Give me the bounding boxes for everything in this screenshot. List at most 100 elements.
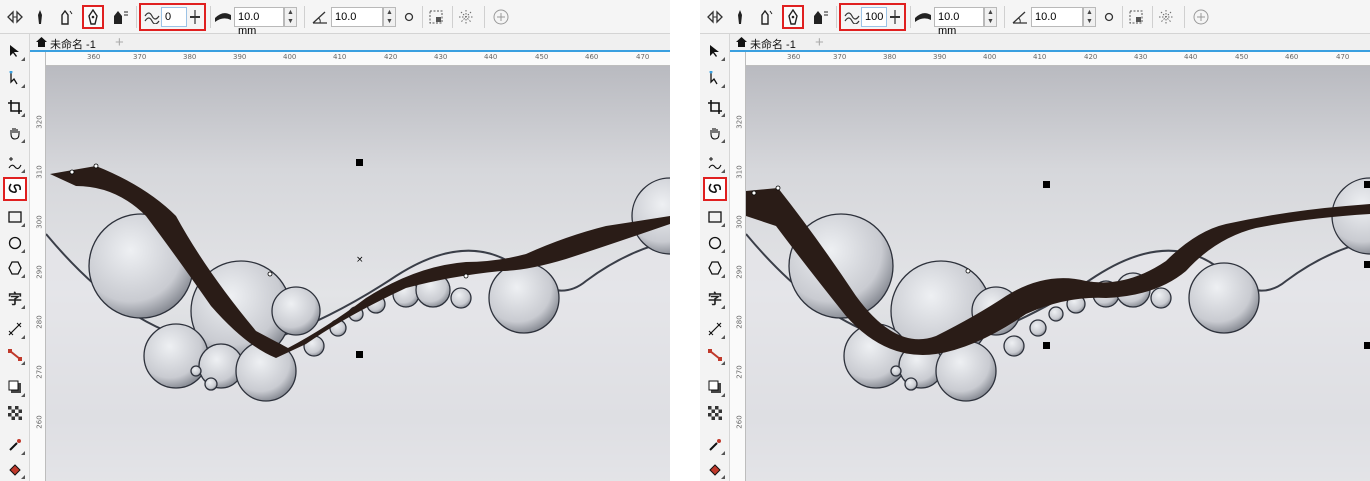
- add-circle-icon[interactable]: [490, 6, 512, 28]
- property-bar: 100 10.0 mm ▲ ▼ 10.0 ▲ ▼: [700, 0, 1370, 37]
- freehand-tool-icon[interactable]: [704, 152, 726, 174]
- transparency-tool-icon[interactable]: [704, 402, 726, 424]
- pan-tool-icon[interactable]: [4, 122, 26, 144]
- eyedropper-tool-icon[interactable]: [4, 434, 26, 456]
- bound-to-object-icon[interactable]: [1102, 6, 1116, 28]
- ruler-label: 290: [35, 265, 44, 279]
- ruler-label: 400: [983, 53, 997, 61]
- toolbox: 字: [700, 34, 730, 481]
- ellipse-tool-icon[interactable]: [704, 232, 726, 254]
- smoothing-icon: [843, 6, 861, 28]
- drop-shadow-tool-icon[interactable]: [4, 376, 26, 398]
- calligraphic-pen-icon[interactable]: [782, 5, 804, 29]
- pan-tool-icon[interactable]: [704, 122, 726, 144]
- home-icon: [36, 37, 47, 50]
- angle-spinner[interactable]: ▲ ▼: [1083, 7, 1096, 27]
- ellipse-tool-icon[interactable]: [4, 232, 26, 254]
- drawing-canvas[interactable]: ×: [46, 66, 670, 481]
- transparency-tool-icon[interactable]: [4, 402, 26, 424]
- ruler-label: 380: [883, 53, 897, 61]
- nib-angle-icon: [310, 6, 330, 28]
- ruler-label: 310: [735, 165, 744, 179]
- new-tab-icon[interactable]: +: [115, 34, 124, 51]
- brush-stroke-icon[interactable]: [56, 6, 76, 28]
- ruler-label: 280: [35, 315, 44, 329]
- ruler-label: 440: [1184, 53, 1198, 61]
- freehand-tool-icon[interactable]: [4, 152, 26, 174]
- connector-tool-icon[interactable]: [4, 344, 26, 366]
- ruler-label: 390: [233, 53, 247, 61]
- interactive-fill-tool-icon[interactable]: [704, 458, 726, 480]
- property-bar: 0 10.0 mm ▲ ▼ 10.0 ▲ ▼: [0, 0, 670, 37]
- pressure-pen-icon[interactable]: [110, 6, 132, 28]
- ruler-label: 440: [484, 53, 498, 61]
- text-tool-icon[interactable]: 字: [4, 288, 26, 310]
- smoothing-input[interactable]: 0: [161, 7, 187, 27]
- document-tab-strip: 未命名 -1 +: [730, 34, 1370, 52]
- add-circle-icon[interactable]: [1190, 6, 1212, 28]
- new-tab-icon[interactable]: +: [815, 34, 824, 51]
- ruler-label: 300: [35, 215, 44, 229]
- rectangle-tool-icon[interactable]: [704, 206, 726, 228]
- angle-input[interactable]: 10.0: [1031, 7, 1083, 27]
- ruler-label: 460: [585, 53, 599, 61]
- ruler-label: 470: [636, 53, 650, 61]
- ruler-label: 260: [735, 415, 744, 429]
- artistic-media-tool-icon[interactable]: [3, 177, 27, 201]
- bound-to-object-icon[interactable]: [402, 6, 416, 28]
- document-tab[interactable]: 未命名 -1: [32, 35, 100, 52]
- ruler-label: 290: [735, 265, 744, 279]
- document-tab-label: 未命名 -1: [50, 38, 96, 51]
- parallel-dimension-tool-icon[interactable]: [4, 318, 26, 340]
- preset-brush-icon[interactable]: [730, 6, 750, 28]
- grid-snap-icon[interactable]: [1156, 6, 1176, 28]
- shape-tool-icon[interactable]: [704, 67, 726, 89]
- freehand-brush-icon[interactable]: [704, 6, 726, 28]
- angle-spinner[interactable]: ▲ ▼: [383, 7, 396, 27]
- ruler-label: 420: [1084, 53, 1098, 61]
- ruler-label: 430: [1134, 53, 1148, 61]
- envelope-icon[interactable]: [1126, 6, 1146, 28]
- drawing-canvas[interactable]: [746, 66, 1370, 481]
- smoothing-input[interactable]: 100: [861, 7, 887, 27]
- interactive-fill-tool-icon[interactable]: [4, 458, 26, 480]
- nib-angle-icon: [1010, 6, 1030, 28]
- crop-tool-icon[interactable]: [4, 96, 26, 118]
- envelope-icon[interactable]: [426, 6, 446, 28]
- polygon-tool-icon[interactable]: [4, 257, 26, 279]
- ruler-label: 470: [1336, 53, 1350, 61]
- text-tool-icon[interactable]: 字: [704, 288, 726, 310]
- calligraphic-pen-icon[interactable]: [82, 5, 104, 29]
- pick-tool-icon[interactable]: [704, 40, 726, 62]
- ruler-label: 280: [735, 315, 744, 329]
- shape-tool-icon[interactable]: [4, 67, 26, 89]
- grid-snap-icon[interactable]: [456, 6, 476, 28]
- ruler-label: 380: [183, 53, 197, 61]
- ruler-label: 390: [933, 53, 947, 61]
- brush-stroke-icon[interactable]: [756, 6, 776, 28]
- parallel-dimension-tool-icon[interactable]: [704, 318, 726, 340]
- pressure-pen-icon[interactable]: [810, 6, 832, 28]
- rectangle-tool-icon[interactable]: [4, 206, 26, 228]
- ruler-label: 320: [735, 115, 744, 129]
- vertical-ruler: 320 310 300 290 280 270 260: [730, 52, 746, 481]
- angle-input[interactable]: 10.0: [331, 7, 383, 27]
- width-input[interactable]: 10.0 mm: [934, 7, 984, 37]
- document-tab-strip: 未命名 -1 +: [30, 34, 670, 52]
- drop-shadow-tool-icon[interactable]: [704, 376, 726, 398]
- crop-tool-icon[interactable]: [704, 96, 726, 118]
- smoothing-slider-button[interactable]: [887, 6, 903, 28]
- document-tab[interactable]: 未命名 -1: [732, 35, 800, 52]
- smoothing-slider-button[interactable]: [187, 6, 203, 28]
- artistic-media-tool-icon[interactable]: [703, 177, 727, 201]
- width-spinner[interactable]: ▲ ▼: [984, 7, 997, 27]
- eyedropper-tool-icon[interactable]: [704, 434, 726, 456]
- pick-tool-icon[interactable]: [4, 40, 26, 62]
- width-input[interactable]: 10.0 mm: [234, 7, 284, 37]
- connector-tool-icon[interactable]: [704, 344, 726, 366]
- width-spinner[interactable]: ▲ ▼: [284, 7, 297, 27]
- ruler-label: 370: [133, 53, 147, 61]
- polygon-tool-icon[interactable]: [704, 257, 726, 279]
- preset-brush-icon[interactable]: [30, 6, 50, 28]
- freehand-brush-icon[interactable]: [4, 6, 26, 28]
